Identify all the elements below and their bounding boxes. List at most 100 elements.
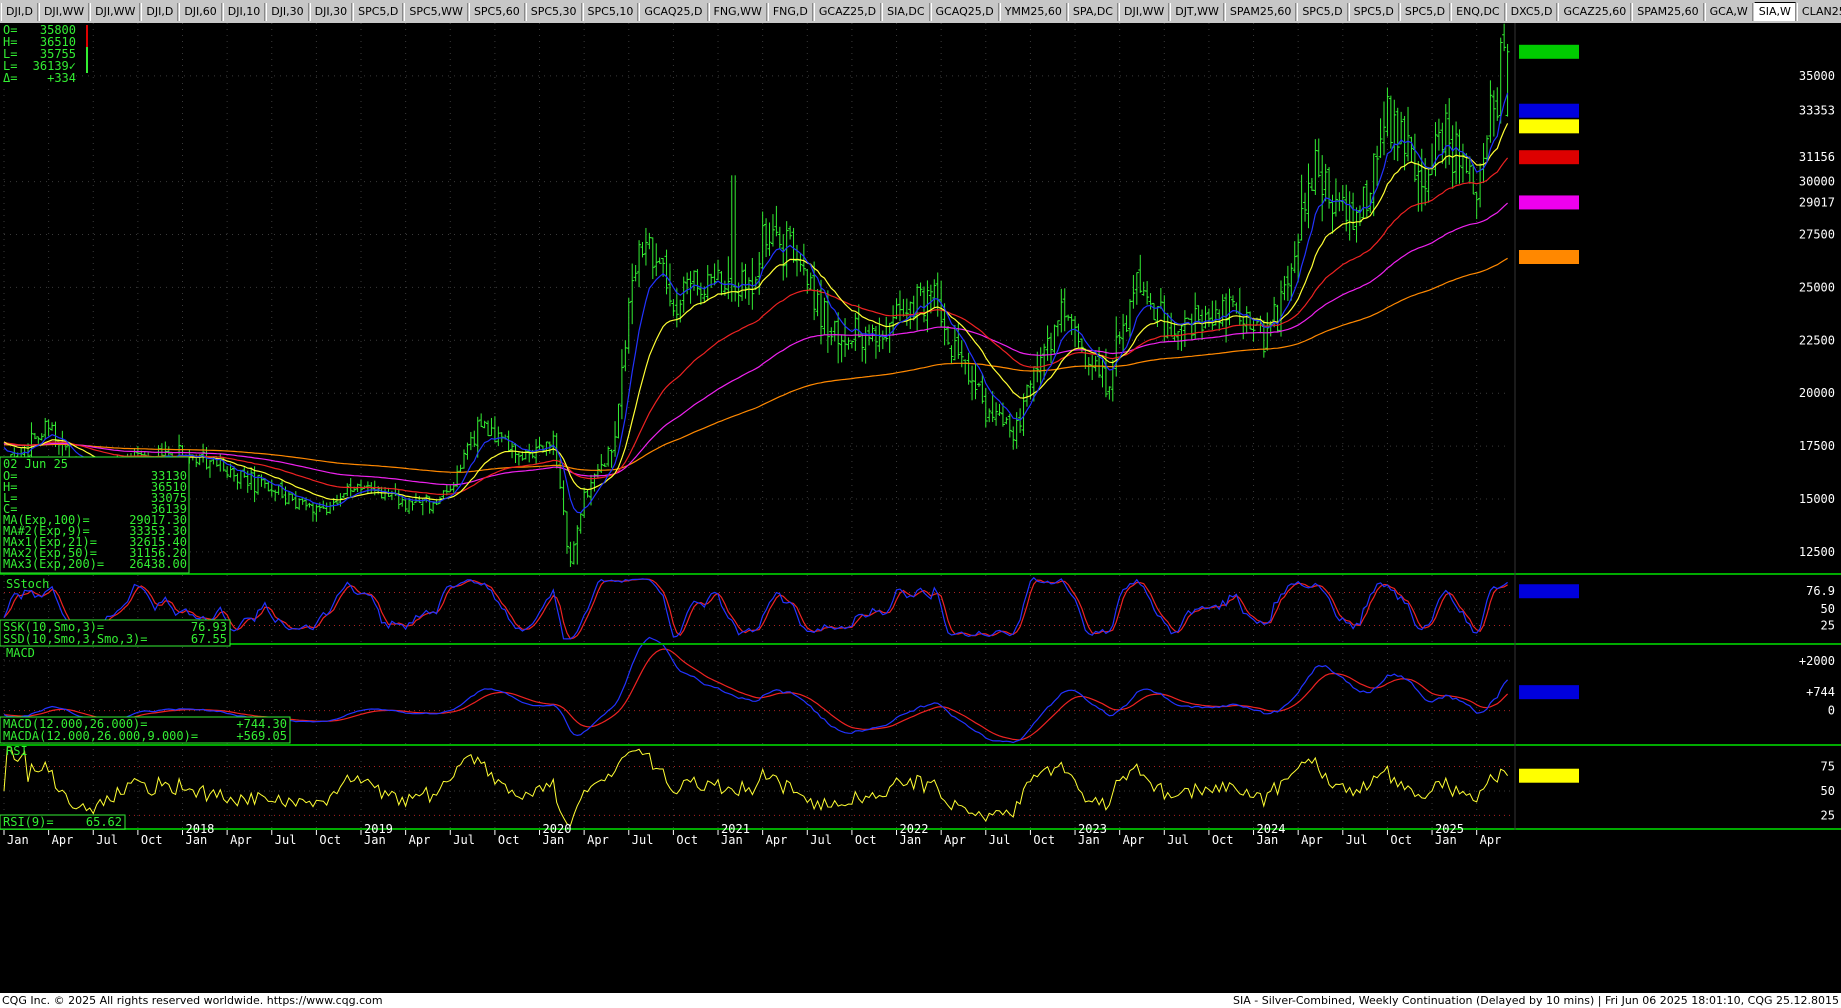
stoch-tag-label: 76.9 [1806,584,1835,598]
price-tag-label: 29017 [1799,195,1835,209]
y-tick-label: 15000 [1799,492,1835,506]
stoch-tag [1519,584,1579,599]
x-tick-label: Oct [141,833,163,847]
x-tick-label: Apr [409,833,431,847]
tab-spc5-d[interactable]: SPC5,D [1399,2,1451,21]
tab-dji-d[interactable]: DJI,D [1,2,38,21]
x-tick-label: Oct [498,833,520,847]
chart-area[interactable]: 12500 15000 17500 20000 22500 25000 27500 30000… [0,23,1841,993]
tab-clan25-d[interactable]: CLAN25,D [1796,2,1841,21]
x-tick-label: Jul [275,833,297,847]
tab-gcaz25-d[interactable]: GCAZ25,D [813,2,882,21]
info-value: 26438.00 [129,557,187,571]
x-tick-label: Jul [453,833,475,847]
rsi-tick-label: 25 [1821,808,1835,822]
tab-ymm25-60[interactable]: YMM25,60 [999,2,1067,21]
ohlc-header-label: Δ= [3,71,17,85]
tab-gcaq25-d[interactable]: GCAQ25,D [930,2,999,21]
x-tick-label: Jul [632,833,654,847]
macd-readout-label: MACDA(12.000,26.000,9.000)= [3,729,198,743]
tab-dji-ww[interactable]: DJI,WW [1119,2,1170,21]
stoch-readout-label: SSD(10,Smo,3,Smo,3)= [3,632,148,646]
x-tick-label: Oct [855,833,877,847]
x-tick-label: Oct [1033,833,1055,847]
price-tag [1519,103,1579,118]
tab-bar: DJI,D DJI,WW DJI,WW DJI,D DJI,60 DJI,10 DJI,30… [0,0,1841,24]
rsi-readout-value: 65.62 [86,815,122,829]
tab-fng-ww[interactable]: FNG,WW [708,2,767,21]
macd-tag [1519,685,1579,700]
tab-fng-d[interactable]: FNG,D [767,2,813,21]
info-label: MAx3(Exp,200)= [3,557,104,571]
tab-spam25-60[interactable]: SPAM25,60 [1224,2,1297,21]
tab-dji-60[interactable]: DJI,60 [179,2,222,21]
x-tick-label: Jul [810,833,832,847]
price-tag [1519,195,1579,210]
x-tick-label: Apr [52,833,74,847]
tab-spc5-10[interactable]: SPC5,10 [582,2,639,21]
x-tick-label: Apr [1480,833,1502,847]
price-tag [1519,44,1579,59]
tab-spc5-60[interactable]: SPC5,60 [468,2,525,21]
tab-spc5-d[interactable]: SPC5,D [353,2,404,21]
year-label: 2021 [721,822,750,836]
tab-djt-ww[interactable]: DJT,WW [1170,2,1224,21]
tab-gcaz25-60[interactable]: GCAZ25,60 [1558,2,1632,21]
tab-spc5-d[interactable]: SPC5,D [1348,2,1399,21]
tab-dji-30[interactable]: DJI,30 [266,2,309,21]
tab-spa-dc[interactable]: SPA,DC [1067,2,1118,21]
macd-tick-label: 0 [1828,704,1835,718]
x-tick-label: Oct [676,833,698,847]
year-label: 2020 [543,822,572,836]
x-tick-label: Apr [1301,833,1323,847]
tab-spc5-ww[interactable]: SPC5,WW [404,2,468,21]
price-tag-label: 32615 [1799,119,1835,133]
tab-enq-dc[interactable]: ENQ,DC [1451,2,1505,21]
status-footer: CQG Inc. © 2025 All rights reserved worl… [0,993,1841,1008]
price-tag [1519,119,1579,134]
tab-spc5-d[interactable]: SPC5,D [1297,2,1348,21]
stoch-tick-label: 50 [1821,602,1835,616]
tab-spam25-60[interactable]: SPAM25,60 [1632,2,1704,21]
y-tick-label: 17500 [1799,439,1835,453]
y-tick-label: 22500 [1799,333,1835,347]
price-tag-label: 36139 [1799,45,1835,59]
x-tick-label: Oct [319,833,341,847]
tab-dji-ww[interactable]: DJI,WW [38,2,90,21]
ohlc-header-value: +334 [47,71,76,85]
tab-spc5-30[interactable]: SPC5,30 [525,2,582,21]
y-tick-label: 20000 [1799,386,1835,400]
tab-dji-d[interactable]: DJI,D [141,2,179,21]
tab-dji-30[interactable]: DJI,30 [309,2,353,21]
price-tag-label: 26438 [1799,250,1835,264]
stoch-readout-value: 67.55 [191,632,227,646]
tab-sia-dc[interactable]: SIA,DC [882,2,930,21]
year-label: 2019 [364,822,393,836]
macd-tag-label: +744 [1806,685,1835,699]
tab-sia-w[interactable]: SIA,W [1753,2,1796,21]
copyright-text: CQG Inc. © 2025 All rights reserved worl… [2,994,383,1007]
x-tick-label: Apr [766,833,788,847]
tab-dxc5-d[interactable]: DXC5,D [1505,2,1558,21]
tab-dji-10[interactable]: DJI,10 [222,2,266,21]
year-label: 2024 [1257,822,1286,836]
x-tick-label: Jul [1346,833,1368,847]
year-label: 2025 [1435,822,1464,836]
rsi-title: RSI [6,744,28,758]
rsi-tick-label: 50 [1821,784,1835,798]
stoch-tick-label: 25 [1821,619,1835,633]
x-tick-label: Jan [7,833,29,847]
stoch-title: SStoch [6,577,49,591]
macd-readout-value: +569.05 [236,729,287,743]
macd-tick-label: +2000 [1799,654,1835,668]
rsi-tag [1519,768,1579,783]
year-label: 2023 [1078,822,1107,836]
x-tick-label: Jul [96,833,118,847]
tab-dji-ww[interactable]: DJI,WW [90,2,141,21]
price-tag-label: 31156 [1799,150,1835,164]
x-tick-label: Jul [989,833,1011,847]
year-label: 2022 [900,822,929,836]
tab-gca-w[interactable]: GCA,W [1704,2,1753,21]
x-tick-label: Jul [1167,833,1189,847]
tab-gcaq25-d[interactable]: GCAQ25,D [639,2,708,21]
